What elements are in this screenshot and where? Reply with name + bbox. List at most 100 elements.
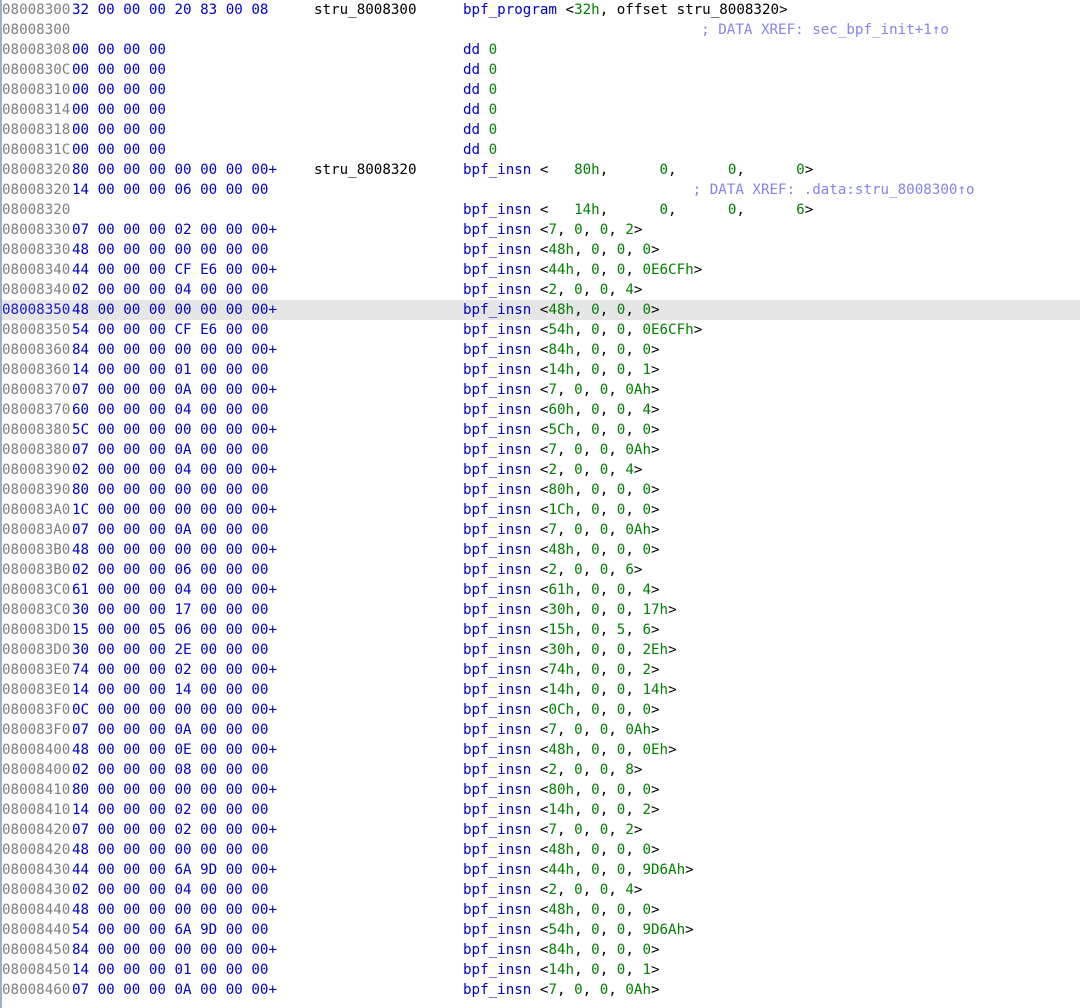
- operand-number: 0: [599, 822, 609, 838]
- listing-row[interactable]: 08008320 80 00 00 00 00 00 00 00+ stru_800…: [2, 160, 1080, 180]
- operand-punct: <: [531, 282, 549, 298]
- row-instruction: bpf_insn < 80h, 0, 0, 0>: [463, 160, 813, 180]
- listing-row[interactable]: 080083D0 30 00 00 00 2E 00 00 00 bpf_insn …: [2, 640, 1080, 660]
- row-bytes: 44 00 00 00 CF E6 00 00+: [72, 262, 277, 278]
- listing-row[interactable]: 08008380 5C 00 00 00 00 00 00 00+ bpf_insn…: [2, 420, 1080, 440]
- xref-comment[interactable]: ; DATA XREF: sec_bpf_init+1↑o: [462, 20, 949, 40]
- listing-row[interactable]: 08008320 bpf_insn < 14h, 0, 0, 6>: [2, 200, 1080, 220]
- operand-number: 2Eh: [642, 642, 669, 658]
- listing-row[interactable]: 08008300 32 00 00 00 20 83 00 08 stru_8008…: [2, 0, 1080, 20]
- listing-row[interactable]: 08008370 60 00 00 00 04 00 00 00 bpf_insn …: [2, 400, 1080, 420]
- operand-punct: ,: [599, 782, 617, 798]
- listing-row[interactable]: 08008310 00 00 00 00 dd 0: [2, 80, 1080, 100]
- row-label[interactable]: stru_8008320: [314, 160, 417, 180]
- listing-row[interactable]: 08008390 02 00 00 00 04 00 00 00+ bpf_insn…: [2, 460, 1080, 480]
- operand-punct: ,: [625, 242, 643, 258]
- operand-punct: >: [650, 422, 660, 438]
- operand-number: 7: [548, 442, 557, 458]
- operand-number: 0: [488, 122, 498, 138]
- listing-row[interactable]: 08008314 00 00 00 00 dd 0: [2, 100, 1080, 120]
- row-mnemonic: bpf_insn: [463, 482, 532, 498]
- listing-row[interactable]: 08008440 54 00 00 00 6A 9D 00 00 bpf_insn …: [2, 920, 1080, 940]
- operand-number: 0: [591, 942, 600, 958]
- operand-punct: >: [693, 322, 703, 338]
- listing-row[interactable]: 08008350 48 00 00 00 00 00 00 00+ bpf_insn…: [2, 300, 1080, 320]
- listing-row[interactable]: 08008390 80 00 00 00 00 00 00 00 bpf_insn …: [2, 480, 1080, 500]
- listing-row[interactable]: 080083A0 1C 00 00 00 00 00 00 00+ bpf_insn…: [2, 500, 1080, 520]
- listing-row[interactable]: 08008330 48 00 00 00 00 00 00 00 bpf_insn …: [2, 240, 1080, 260]
- row-label[interactable]: stru_8008300: [314, 0, 417, 20]
- listing-row[interactable]: 08008340 44 00 00 00 CF E6 00 00+ bpf_insn…: [2, 260, 1080, 280]
- comment-text: ; DATA XREF: .data:stru_8008300↑o: [692, 182, 975, 198]
- row-instruction: bpf_insn <2, 0, 0, 8>: [463, 760, 642, 780]
- listing-row[interactable]: 08008430 44 00 00 00 6A 9D 00 00+ bpf_insn…: [2, 860, 1080, 880]
- listing-row[interactable]: 08008400 48 00 00 00 0E 00 00 00+ bpf_insn…: [2, 740, 1080, 760]
- listing-row[interactable]: 0800830C 00 00 00 00 dd 0: [2, 60, 1080, 80]
- listing-row[interactable]: 080083E0 74 00 00 00 02 00 00 00+ bpf_insn…: [2, 660, 1080, 680]
- listing-row[interactable]: 08008420 48 00 00 00 00 00 00 00 bpf_insn …: [2, 840, 1080, 860]
- operand-number: 30h: [548, 642, 575, 658]
- listing-row[interactable]: 08008300 ; DATA XREF: sec_bpf_init+1↑o: [2, 20, 1080, 40]
- row-instruction: bpf_insn <61h, 0, 0, 4>: [463, 580, 660, 600]
- listing-row[interactable]: 08008450 84 00 00 00 00 00 00 00+ bpf_insn…: [2, 940, 1080, 960]
- operand-punct: <: [531, 782, 549, 798]
- listing-row[interactable]: 080083B0 48 00 00 00 00 00 00 00+ bpf_insn…: [2, 540, 1080, 560]
- operand-number: 0: [574, 442, 583, 458]
- operand-symbol[interactable]: stru_8008320: [677, 2, 780, 18]
- listing-row[interactable]: 08008420 07 00 00 00 02 00 00 00+ bpf_insn…: [2, 820, 1080, 840]
- operand-punct: ,: [608, 522, 626, 538]
- operand-punct: ,: [625, 502, 643, 518]
- listing-row[interactable]: 08008410 80 00 00 00 00 00 00 00+ bpf_insn…: [2, 780, 1080, 800]
- listing-row[interactable]: 08008400 02 00 00 00 08 00 00 00 bpf_insn …: [2, 760, 1080, 780]
- listing-row[interactable]: 08008340 02 00 00 00 04 00 00 00 bpf_insn …: [2, 280, 1080, 300]
- operand-punct: ,: [582, 982, 600, 998]
- listing-row[interactable]: 080083C0 30 00 00 00 17 00 00 00 bpf_insn …: [2, 600, 1080, 620]
- listing-row[interactable]: 080083B0 02 00 00 00 06 00 00 00 bpf_insn …: [2, 560, 1080, 580]
- listing-row[interactable]: 0800831C 00 00 00 00 dd 0: [2, 140, 1080, 160]
- operand-punct: ,: [574, 622, 592, 638]
- listing-row[interactable]: 080083F0 0C 00 00 00 00 00 00 00+ bpf_insn…: [2, 700, 1080, 720]
- row-mnemonic: bpf_insn: [463, 742, 532, 758]
- listing-row[interactable]: 08008308 00 00 00 00 dd 0: [2, 40, 1080, 60]
- listing-row[interactable]: 08008320 14 00 00 00 06 00 00 00 ; DATA X…: [2, 180, 1080, 200]
- listing-row[interactable]: 08008360 14 00 00 00 01 00 00 00 bpf_insn …: [2, 360, 1080, 380]
- xref-comment[interactable]: ; DATA XREF: .data:stru_8008300↑o: [462, 180, 975, 200]
- row-bytes: 80 00 00 00 00 00 00 00+: [72, 162, 277, 178]
- operand-number: 0: [642, 422, 651, 438]
- listing-row[interactable]: 08008350 54 00 00 00 CF E6 00 00 bpf_insn …: [2, 320, 1080, 340]
- operand-number: 0: [591, 602, 600, 618]
- row-bytes: 02 00 00 00 04 00 00 00+: [72, 462, 277, 478]
- listing-row[interactable]: 08008330 07 00 00 00 02 00 00 00+ bpf_insn…: [2, 220, 1080, 240]
- listing-row[interactable]: 08008360 84 00 00 00 00 00 00 00+ bpf_insn…: [2, 340, 1080, 360]
- disassembly-listing[interactable]: 08008300 32 00 00 00 20 83 00 08 stru_8008…: [0, 0, 1080, 1008]
- operand-number: 0: [591, 662, 600, 678]
- listing-row[interactable]: 08008440 48 00 00 00 00 00 00 00+ bpf_insn…: [2, 900, 1080, 920]
- listing-row[interactable]: 08008318 00 00 00 00 dd 0: [2, 120, 1080, 140]
- listing-row[interactable]: 08008430 02 00 00 00 04 00 00 00 bpf_insn …: [2, 880, 1080, 900]
- listing-row[interactable]: 080083A0 07 00 00 00 0A 00 00 00 bpf_insn …: [2, 520, 1080, 540]
- listing-row[interactable]: 080083C0 61 00 00 00 04 00 00 00+ bpf_insn…: [2, 580, 1080, 600]
- row-mnemonic: bpf_insn: [463, 422, 532, 438]
- operand-punct: ,: [599, 922, 617, 938]
- operand-number: 0: [599, 762, 609, 778]
- listing-row[interactable]: 08008410 14 00 00 00 02 00 00 00 bpf_insn …: [2, 800, 1080, 820]
- listing-row[interactable]: 08008380 07 00 00 00 0A 00 00 00 bpf_insn …: [2, 440, 1080, 460]
- listing-row[interactable]: 080083F0 07 00 00 00 0A 00 00 00 bpf_insn …: [2, 720, 1080, 740]
- row-mnemonic: bpf_insn: [463, 862, 532, 878]
- operand-punct: <: [531, 322, 549, 338]
- row-bytes: 1C 00 00 00 00 00 00 00+: [72, 502, 277, 518]
- listing-row[interactable]: 080083E0 14 00 00 00 14 00 00 00 bpf_insn …: [2, 680, 1080, 700]
- row-mnemonic: bpf_insn: [463, 262, 532, 278]
- operand-punct: ,: [599, 202, 660, 218]
- listing-row[interactable]: 08008370 07 00 00 00 0A 00 00 00+ bpf_insn…: [2, 380, 1080, 400]
- operand-number: 0: [574, 382, 583, 398]
- listing-row[interactable]: 080083D0 15 00 00 05 06 00 00 00+ bpf_insn…: [2, 620, 1080, 640]
- row-instruction: bpf_insn <48h, 0, 0, 0>: [463, 540, 660, 560]
- operand-punct: >: [633, 822, 643, 838]
- row-mnemonic: bpf_insn: [463, 602, 532, 618]
- operand-punct: ,: [574, 782, 592, 798]
- listing-row[interactable]: 08008460 07 00 00 00 0A 00 00 00+ bpf_insn…: [2, 980, 1080, 1000]
- operand-punct: ,: [599, 962, 617, 978]
- row-bytes: 14 00 00 00 02 00 00 00: [72, 802, 269, 818]
- listing-row[interactable]: 08008450 14 00 00 00 01 00 00 00 bpf_insn …: [2, 960, 1080, 980]
